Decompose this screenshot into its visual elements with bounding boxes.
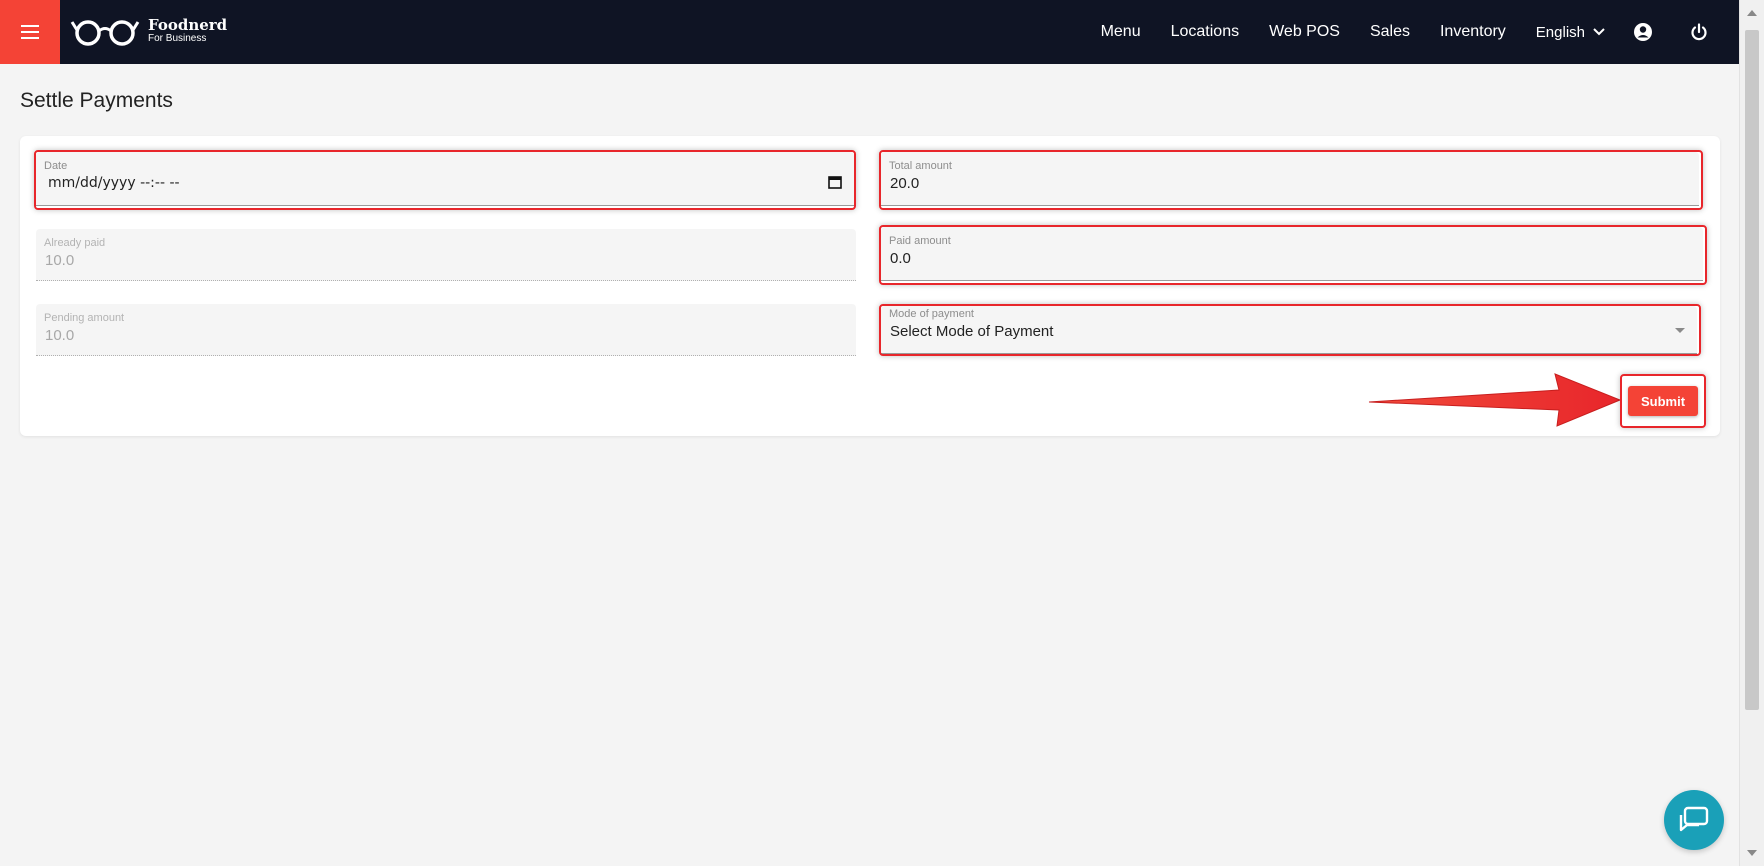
pending-amount-value: 10.0 <box>45 327 75 344</box>
nav-link-menu[interactable]: Menu <box>1086 23 1156 41</box>
pending-amount-field: Pending amount 10.0 <box>36 304 856 356</box>
already-paid-value: 10.0 <box>45 252 75 269</box>
total-amount-label: Total amount <box>889 160 952 172</box>
top-navbar: Foodnerd For Business Menu Locations Web… <box>0 0 1740 64</box>
language-selector[interactable]: English <box>1521 24 1615 41</box>
mode-of-payment-value: Select Mode of Payment <box>890 323 1054 340</box>
power-icon[interactable] <box>1688 21 1710 43</box>
submit-button[interactable]: Submit <box>1628 386 1698 416</box>
page-scrollbar[interactable] <box>1739 0 1764 866</box>
brand-name: Foodnerd <box>148 16 228 34</box>
scroll-up-arrow-icon[interactable] <box>1747 10 1757 16</box>
mode-of-payment-select[interactable]: Mode of payment Select Mode of Payment <box>881 306 1697 354</box>
mode-of-payment-label: Mode of payment <box>889 308 974 320</box>
account-circle-icon[interactable] <box>1632 21 1654 43</box>
total-amount-value: 20.0 <box>890 175 920 192</box>
already-paid-field: Already paid 10.0 <box>36 229 856 281</box>
nav-links: Menu Locations Web POS Sales Inventory E… <box>1086 0 1740 64</box>
chevron-down-icon <box>1593 28 1605 36</box>
page-title: Settle Payments <box>20 89 173 112</box>
dropdown-arrow-icon <box>1675 328 1685 333</box>
date-value: mm/dd/yyyy --:-- -- <box>48 175 180 191</box>
brand-logo[interactable]: Foodnerd For Business <box>70 16 227 46</box>
pending-amount-label: Pending amount <box>44 312 125 324</box>
hamburger-menu-button[interactable] <box>0 0 60 64</box>
brand-tagline: For Business <box>148 33 207 44</box>
nav-link-locations[interactable]: Locations <box>1156 23 1255 41</box>
scroll-thumb[interactable] <box>1745 30 1759 710</box>
nav-link-inventory[interactable]: Inventory <box>1425 23 1521 41</box>
paid-amount-label: Paid amount <box>889 235 951 247</box>
glasses-logo-icon <box>70 20 140 46</box>
nav-link-sales[interactable]: Sales <box>1355 23 1425 41</box>
total-amount-field[interactable]: Total amount 20.0 <box>881 152 1699 206</box>
already-paid-label: Already paid <box>44 237 106 249</box>
paid-amount-field[interactable]: Paid amount 0.0 <box>881 227 1703 281</box>
hamburger-icon <box>21 25 39 39</box>
language-label: English <box>1535 23 1585 41</box>
chat-bubble-icon <box>1679 806 1709 832</box>
paid-amount-value: 0.0 <box>890 250 911 267</box>
scroll-down-arrow-icon[interactable] <box>1747 850 1757 856</box>
chat-widget-button[interactable] <box>1664 790 1724 850</box>
red-arrow-annotation-icon <box>1368 373 1622 427</box>
date-field[interactable]: Date mm/dd/yyyy --:-- -- <box>36 152 854 206</box>
date-label: Date <box>44 160 68 172</box>
nav-link-web-pos[interactable]: Web POS <box>1254 23 1355 41</box>
calendar-icon[interactable] <box>828 175 842 189</box>
